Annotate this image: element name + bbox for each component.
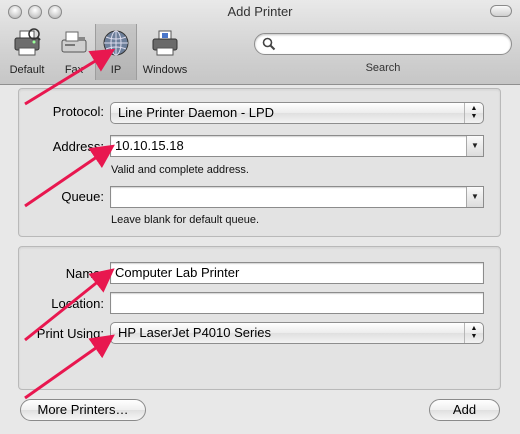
name-field[interactable]: Computer Lab Printer (110, 262, 484, 284)
toolbar-fax[interactable]: Fax (54, 24, 94, 80)
search-label: Search (365, 62, 401, 74)
toolbar-ip[interactable]: IP (95, 24, 137, 80)
toolbar-toggle-button[interactable] (490, 5, 512, 17)
toolbar-windows-label: Windows (142, 64, 188, 76)
titlebar-toolbar: Add Printer Default Fax IP Windows Searc… (0, 0, 520, 85)
globe-icon (96, 28, 136, 61)
popup-arrows-icon: ▲ ▼ (464, 103, 483, 123)
print-using-label: Print Using: (36, 326, 104, 341)
protocol-label: Protocol: (52, 104, 104, 119)
toolbar-default[interactable]: Default (4, 24, 50, 80)
address-combo[interactable]: 10.10.15.18 ▼ (110, 135, 484, 157)
location-field[interactable] (110, 292, 484, 314)
printer-icon (4, 28, 50, 61)
protocol-value: Line Printer Daemon - LPD (118, 105, 275, 120)
address-note: Valid and complete address. (111, 164, 249, 176)
fax-icon (54, 28, 94, 61)
toolbar-windows[interactable]: Windows (138, 24, 192, 80)
popup-arrows-icon: ▲ ▼ (464, 323, 483, 343)
queue-combo[interactable]: ▼ (110, 186, 484, 208)
address-input: 10.10.15.18 (115, 138, 184, 153)
toolbar-ip-label: IP (110, 64, 122, 76)
address-label: Address: (52, 139, 104, 154)
toolbar-fax-label: Fax (64, 64, 84, 76)
location-label: Location: (51, 296, 104, 311)
queue-label: Queue: (61, 189, 104, 204)
add-button[interactable]: Add (429, 399, 500, 421)
toolbar-default-label: Default (9, 64, 45, 76)
print-using-popup[interactable]: HP LaserJet P4010 Series ▲ ▼ (110, 322, 484, 344)
name-label: Name: (65, 266, 104, 281)
windows-printer-icon (138, 28, 192, 61)
window-title: Add Printer (227, 4, 293, 19)
add-printer-window: Add Printer Default Fax IP Windows Searc… (0, 0, 520, 434)
combo-down-icon[interactable]: ▼ (466, 187, 483, 207)
search-icon (262, 37, 276, 54)
search-field[interactable] (254, 33, 512, 55)
combo-down-icon[interactable]: ▼ (466, 136, 483, 156)
queue-note: Leave blank for default queue. (111, 214, 260, 226)
name-input: Computer Lab Printer (115, 265, 240, 280)
more-printers-button[interactable]: More Printers… (20, 399, 146, 421)
print-using-value: HP LaserJet P4010 Series (118, 325, 271, 340)
protocol-popup[interactable]: Line Printer Daemon - LPD ▲ ▼ (110, 102, 484, 124)
